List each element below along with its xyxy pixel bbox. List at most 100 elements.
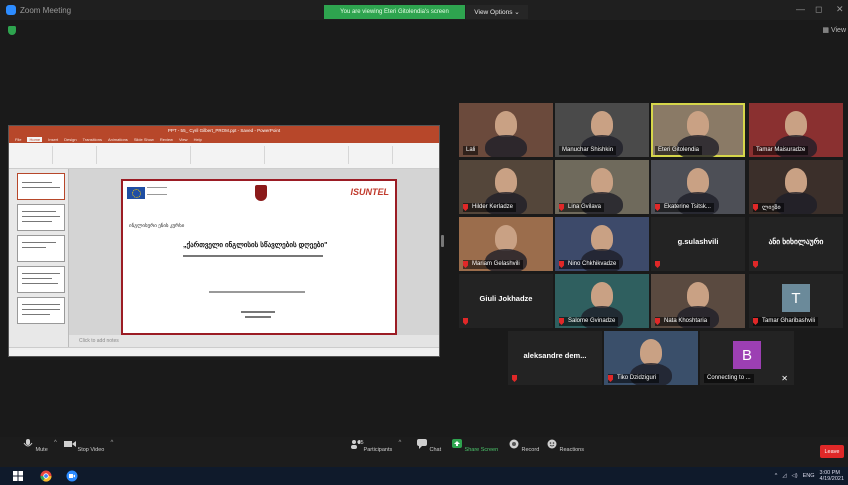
current-slide: ISUNTEL ინგლისური ენის კურსი „ქართველი ი… [121, 179, 397, 335]
slide-text-line [245, 316, 271, 318]
reactions-label: Reactions [559, 447, 584, 453]
participant-video [591, 111, 613, 137]
viewing-screen-banner: You are viewing Eteri Gitolendia's scree… [324, 5, 465, 19]
ribbon-tab[interactable]: Animations [108, 137, 128, 142]
slide-text-line [209, 291, 305, 293]
participant-tile[interactable]: aleksandre dem... [508, 331, 602, 385]
participant-tile[interactable]: Giuli Jokhadze [459, 274, 553, 328]
participant-tile[interactable]: Nino Chkhikvadze [555, 217, 649, 271]
stop-video-button[interactable]: Stop Video ^ [64, 439, 113, 453]
participant-tile[interactable]: Lina Gvilava [555, 160, 649, 214]
eu-flag-icon [127, 187, 145, 199]
participant-name: Lina Gvilava [559, 203, 605, 212]
ribbon-tab[interactable]: Design [64, 137, 76, 142]
participant-name: Tiko Dzidziguri [608, 374, 660, 383]
slide-thumbnail[interactable] [17, 266, 65, 293]
participants-button[interactable]: 25 Participants ^ [350, 439, 401, 453]
ribbon-tab[interactable]: Slide Show [134, 137, 154, 142]
view-toggle-button[interactable]: ▦ View [822, 26, 846, 34]
participant-video [640, 339, 662, 365]
ribbon-tab[interactable]: File [15, 137, 21, 142]
participant-video [785, 168, 807, 194]
record-label: Record [521, 447, 540, 453]
view-options-button[interactable]: View Options ⌄ [466, 5, 528, 19]
participant-video [495, 168, 517, 194]
chrome-icon[interactable] [40, 470, 52, 482]
powerpoint-ribbon-tabs: File Home Insert Design Transitions Animation… [9, 135, 439, 143]
participant-tile[interactable]: Eteri Gitolendia [651, 103, 745, 157]
chat-icon [417, 439, 427, 449]
participant-tile[interactable]: B Connecting to ... ✕ [700, 331, 794, 385]
slide-thumbnail[interactable] [17, 297, 65, 324]
participant-tile[interactable]: ანი ხიხილაური [749, 217, 843, 271]
ribbon-tab[interactable]: Home [27, 136, 43, 142]
participant-name: Nata Khoshtaria [655, 317, 711, 326]
participant-name: Tamar Gharibashvili [753, 317, 819, 326]
ribbon-tab[interactable]: Review [160, 137, 173, 142]
participant-name: Eteri Gitolendia [655, 146, 703, 155]
share-screen-button[interactable]: Share Screen [451, 439, 498, 453]
volume-icon[interactable]: ◁) [792, 473, 798, 479]
slide-logo: ISUNTEL [350, 187, 389, 197]
shared-screen[interactable]: PPT - 55_ Cyril Gilbert_PROM.ppt - Saved… [8, 125, 440, 357]
participant-tile[interactable]: Ekaterine Tsitsk... [651, 160, 745, 214]
participant-tile[interactable]: Nata Khoshtaria [651, 274, 745, 328]
participant-tile[interactable]: Mariam Gelashvili [459, 217, 553, 271]
record-icon [509, 439, 519, 449]
participant-tile[interactable]: Tiko Dzidziguri [604, 331, 698, 385]
close-window-button[interactable]: ✕ [836, 4, 844, 15]
participants-caret-icon[interactable]: ^ [398, 440, 401, 446]
slide-thumbnail[interactable] [17, 235, 65, 262]
muted-mic-icon [753, 261, 758, 268]
security-shield-icon[interactable] [8, 26, 16, 35]
powerpoint-ribbon [9, 143, 439, 169]
participant-name: Tamar Maisuradze [753, 146, 809, 155]
clock-date: 4/19/2021 [819, 476, 844, 482]
reactions-button[interactable]: Reactions [546, 439, 584, 453]
clock[interactable]: 3:00 PM 4/19/2021 [820, 470, 844, 482]
video-caret-icon[interactable]: ^ [111, 440, 114, 446]
language-indicator[interactable]: ENG [803, 473, 815, 479]
ribbon-tab[interactable]: Help [194, 137, 202, 142]
participant-tile[interactable]: T Tamar Gharibashvili [749, 274, 843, 328]
participant-tile[interactable]: Hilder Kerladze [459, 160, 553, 214]
participant-video [591, 225, 613, 251]
windows-start-icon[interactable] [12, 470, 24, 482]
zoom-taskbar-icon[interactable] [66, 470, 78, 482]
maximize-button[interactable]: ◻ [815, 4, 822, 15]
participant-tile[interactable]: Tamar Maisuradze [749, 103, 843, 157]
slide-notes[interactable]: Click to add notes [69, 335, 439, 347]
chat-button[interactable]: Chat [416, 439, 441, 453]
system-tray: ^ ◿ ◁) ENG 3:00 PM 4/19/2021 [775, 470, 844, 482]
participant-tile[interactable]: Salome Gvinadze [555, 274, 649, 328]
mute-caret-icon[interactable]: ^ [54, 440, 57, 446]
participant-tile[interactable]: ლიეზი [749, 160, 843, 214]
mute-button[interactable]: Mute ^ [22, 439, 57, 453]
participant-name: Ekaterine Tsitsk... [655, 203, 714, 212]
slide-thumbnail[interactable] [17, 204, 65, 231]
participant-video [687, 282, 709, 308]
record-button[interactable]: Record [508, 439, 539, 453]
tray-arrow-icon[interactable]: ^ [775, 473, 778, 479]
slide-thumbnail[interactable] [17, 173, 65, 200]
participant-name: Connecting to ... [704, 374, 754, 383]
participant-tile[interactable]: Lali [459, 103, 553, 157]
chat-label: Chat [429, 447, 442, 453]
zoom-logo-icon [6, 5, 16, 15]
ribbon-tab[interactable]: Insert [48, 137, 58, 142]
crest-icon [255, 185, 267, 201]
network-icon[interactable]: ◿ [782, 473, 786, 479]
ribbon-tab[interactable]: View [179, 137, 188, 142]
video-camera-icon [64, 441, 76, 447]
minimize-button[interactable]: — [796, 4, 805, 14]
close-icon[interactable]: ✕ [781, 374, 788, 383]
ribbon-tab[interactable]: Transitions [83, 137, 102, 142]
splitter-handle[interactable] [441, 235, 444, 247]
eu-text-block [147, 187, 167, 195]
participant-video [495, 111, 517, 137]
leave-button[interactable]: Leave [820, 445, 844, 458]
powerpoint-status-bar [9, 347, 439, 356]
participant-tile[interactable]: g.sulashvili [651, 217, 745, 271]
participant-tile[interactable]: Manuchar Shishkin [555, 103, 649, 157]
participant-name: ანი ხიხილაური [768, 237, 824, 246]
